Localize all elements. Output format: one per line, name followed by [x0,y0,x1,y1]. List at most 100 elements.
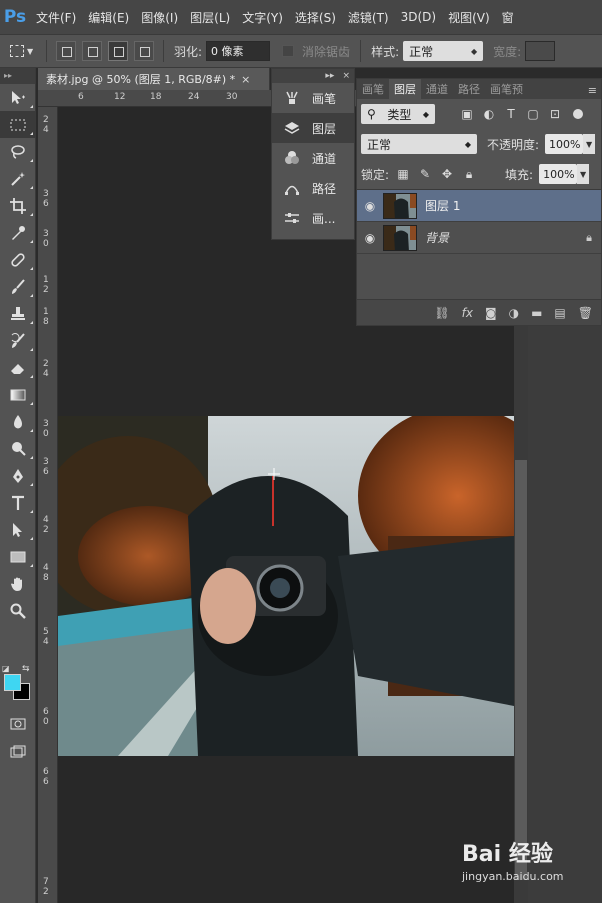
dock-item-channels[interactable]: 通道 [272,143,354,173]
tab-brush[interactable]: 画笔 [357,79,389,99]
screen-mode-button[interactable] [0,738,36,765]
move-tool[interactable] [0,84,36,111]
dock-item-brush-presets[interactable]: 画... [272,203,354,233]
visibility-eye-icon[interactable]: ◉ [357,199,383,213]
fill-value[interactable]: 100% [539,164,578,184]
crop-tool[interactable] [0,192,36,219]
type-tool[interactable] [0,489,36,516]
visibility-eye-icon[interactable]: ◉ [357,231,383,245]
tool-preset-picker[interactable]: ▼ [10,40,40,62]
swap-colors-icon[interactable]: ⇆ [22,664,30,674]
opacity-label: 不透明度: [487,137,540,152]
gradient-tool[interactable] [0,381,36,408]
tab-layers[interactable]: 图层 [389,79,421,99]
clone-stamp-tool[interactable] [0,300,36,327]
chevron-down-icon[interactable]: ▼ [577,164,590,184]
toolbox-collapse-icon[interactable]: ▸▸ [0,68,35,84]
add-selection-button[interactable] [82,41,102,61]
history-brush-icon [11,332,25,348]
quick-selection-tool[interactable] [0,165,36,192]
menu-select[interactable]: 选择(S) [289,0,342,34]
marquee-tool[interactable] [0,111,36,138]
lock-all-icon[interactable]: 🔒︎ [461,166,477,182]
dock-item-paths[interactable]: 路径 [272,173,354,203]
menu-image[interactable]: 图像(I) [135,0,184,34]
layer-name[interactable]: 背景 [425,229,577,246]
document-tab[interactable]: 素材.jpg @ 50% (图层 1, RGB/8#) * × [38,68,270,90]
scrollbar-thumb[interactable] [515,460,527,880]
menu-filter[interactable]: 滤镜(T) [342,0,395,34]
ruler-label: 5 [43,627,49,637]
tab-channels[interactable]: 通道 [421,79,453,99]
pixel-filter-icon[interactable]: ▣ [459,106,475,122]
smart-object-filter-icon[interactable]: ⊡ [547,106,563,122]
link-layers-icon[interactable]: ⛓ [434,306,449,320]
lasso-tool[interactable] [0,138,36,165]
eraser-tool[interactable] [0,354,36,381]
layer-name[interactable]: 图层 1 [425,197,601,214]
intersect-selection-button[interactable] [134,41,154,61]
healing-brush-tool[interactable] [0,246,36,273]
close-icon[interactable]: × [241,73,250,86]
menu-layer[interactable]: 图层(L) [184,0,236,34]
layer-filter-select[interactable]: ⚲ 类型 ◆ [361,104,435,124]
antialias-checkbox[interactable] [282,45,295,57]
feather-input[interactable]: 0 像素 [206,41,271,61]
foreground-color-swatch[interactable] [4,674,21,691]
add-mask-icon[interactable]: ◙ [485,306,497,320]
menu-type[interactable]: 文字(Y) [236,0,289,34]
default-colors-icon[interactable]: ◪ [2,664,10,673]
adjustment-filter-icon[interactable]: ◐ [481,106,497,122]
filter-toggle[interactable] [573,109,583,119]
menu-edit[interactable]: 编辑(E) [82,0,135,34]
new-selection-button[interactable] [56,41,76,61]
lock-label: 锁定: [361,167,390,182]
panel-menu-icon[interactable]: ≡ [584,82,601,99]
type-filter-icon[interactable]: T [503,106,519,122]
shape-filter-icon[interactable]: ▢ [525,106,541,122]
opacity-field[interactable]: 100% ▼ [545,134,596,154]
dodge-tool[interactable] [0,435,36,462]
ruler-label: 4 [43,563,49,573]
dock-item-brush[interactable]: 画笔 [272,83,354,113]
blur-tool[interactable] [0,408,36,435]
chevron-down-icon[interactable]: ▼ [583,134,596,154]
collapse-icon[interactable]: ▸▸ [325,71,334,81]
quick-mask-button[interactable] [0,710,36,737]
lock-transparent-icon[interactable]: ▦ [395,166,411,182]
menu-file[interactable]: 文件(F) [30,0,82,34]
blend-mode-select[interactable]: 正常 ◆ [361,134,477,154]
tool-submenu-indicator [30,213,33,216]
hand-tool[interactable] [0,570,36,597]
close-icon[interactable]: × [342,71,350,81]
menu-3d[interactable]: 3D(D) [395,0,442,34]
subtract-selection-button[interactable] [108,41,128,61]
width-input[interactable] [525,41,556,61]
menu-view[interactable]: 视图(V) [442,0,496,34]
lock-position-icon[interactable]: ✥ [439,166,455,182]
layer-row[interactable]: ◉ 图层 1 [357,190,601,222]
menu-window[interactable]: 窗 [496,0,520,34]
eyedropper-tool[interactable] [0,219,36,246]
tool-submenu-indicator [30,294,33,297]
style-select[interactable]: 正常 ◆ [403,41,484,61]
lock-paint-icon[interactable]: ✎ [417,166,433,182]
layer-row[interactable]: ◉ 背景 🔒︎ [357,222,601,254]
zoom-tool[interactable] [0,597,36,624]
adjustment-layer-icon[interactable]: ◑ [509,306,519,320]
document-image[interactable] [58,416,514,756]
pen-tool[interactable] [0,462,36,489]
new-group-icon[interactable]: ▬ [531,306,542,320]
tab-paths[interactable]: 路径 [453,79,485,99]
trash-icon[interactable]: 🗑︎ [578,306,593,320]
shape-tool[interactable] [0,543,36,570]
path-selection-tool[interactable] [0,516,36,543]
tab-brush-presets[interactable]: 画笔预 [485,79,528,99]
brush-tool[interactable] [0,273,36,300]
fx-icon[interactable]: fx [462,306,473,320]
fill-field[interactable]: 100% ▼ [539,164,590,184]
dock-item-layers[interactable]: 图层 [272,113,354,143]
history-brush-tool[interactable] [0,327,36,354]
new-layer-icon[interactable]: ▤ [554,306,565,320]
opacity-value[interactable]: 100% [545,134,584,154]
